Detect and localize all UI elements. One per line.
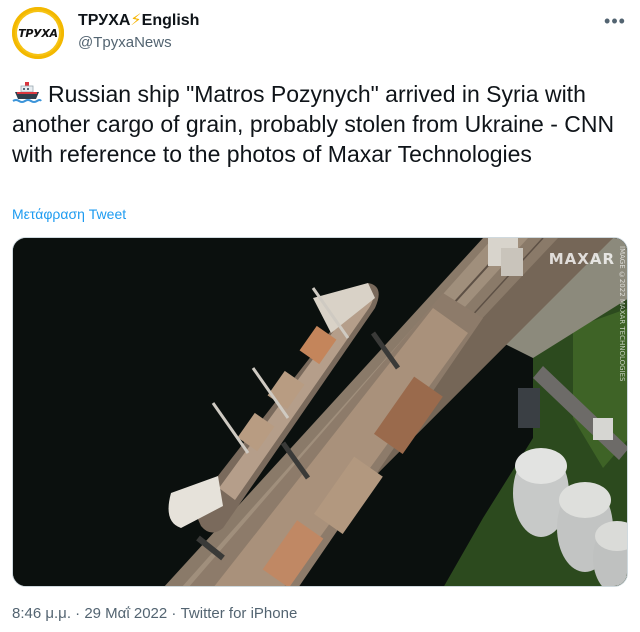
tweet-photo[interactable]: MAXAR IMAGE ©2022 MAXAR TECHNOLOGIES [12, 237, 628, 587]
more-options-button[interactable]: ••• [600, 10, 630, 32]
tweet-source[interactable]: Twitter for iPhone [181, 605, 298, 622]
avatar[interactable]: ТРУХА [12, 7, 64, 59]
display-name[interactable]: ТРУХА⚡English [78, 11, 199, 31]
lightning-icon: ⚡ [130, 12, 142, 29]
tweet: ТРУХА ТРУХА⚡English @TpyxaNews ••• Russi… [0, 0, 640, 632]
satellite-image [13, 238, 627, 586]
maxar-watermark: MAXAR [548, 250, 615, 268]
tweet-text: Russian ship "Matros Pozynych" arrived i… [12, 79, 628, 169]
meta-separator: · [167, 605, 181, 622]
ship-icon [12, 82, 42, 103]
author-names: ТРУХА⚡English @TpyxaNews [78, 11, 199, 53]
translate-tweet-link[interactable]: Μετάφραση Tweet [12, 205, 126, 223]
display-name-text: ТРУХА [78, 12, 131, 29]
image-credit: IMAGE ©2022 MAXAR TECHNOLOGIES [618, 246, 626, 382]
tweet-meta: 8:46 μ.μ. · 29 Μαΐ 2022 · Twitter for iP… [12, 604, 297, 624]
tweet-date[interactable]: 29 Μαΐ 2022 [84, 605, 167, 622]
avatar-logo: ТРУХА [17, 12, 59, 54]
ellipsis-icon: ••• [604, 10, 626, 31]
tweet-time[interactable]: 8:46 μ.μ. [12, 605, 71, 622]
meta-separator: · [70, 605, 85, 622]
display-name-suffix: English [141, 12, 200, 29]
user-handle[interactable]: @TpyxaNews [78, 33, 199, 53]
tweet-text-body: Russian ship "Matros Pozynych" arrived i… [12, 81, 621, 167]
